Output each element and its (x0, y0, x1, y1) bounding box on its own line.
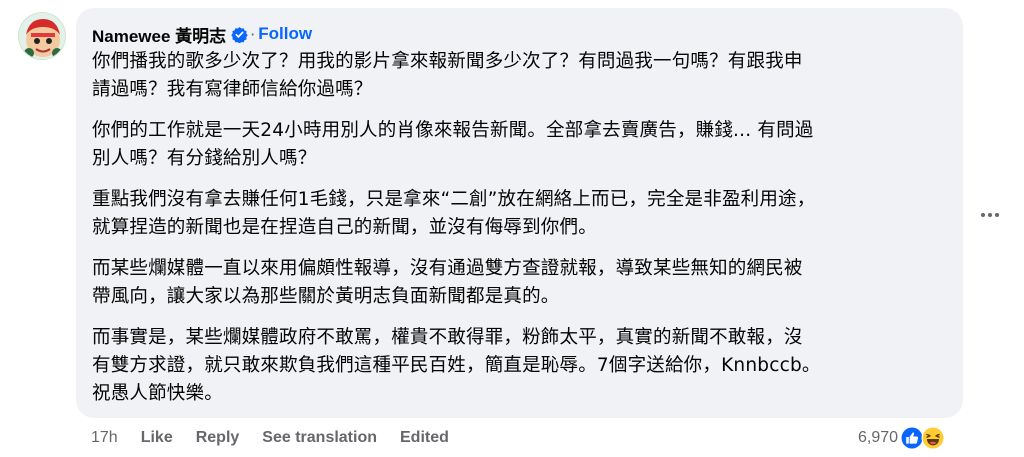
comment-line: 帶風向，讓大家以為那些關於黃明志負面新聞都是真的。 (92, 286, 560, 307)
comment-line: 別人嗎？有分錢給別人嗎？ (92, 148, 317, 169)
comment-line: 請過嗎？我有寫律師信給你過嗎？ (92, 79, 373, 100)
more-dot (988, 213, 992, 217)
comment-paragraph: 而某些爛媒體一直以來用偏頗性報導，沒有通過雙方查證就報，導致某些無知的網民被 帶… (92, 255, 947, 311)
comment-actions: 17h Like Reply See translation Edited (91, 428, 472, 448)
separator-dot: · (250, 24, 256, 44)
follow-button[interactable]: Follow (258, 24, 312, 44)
comment-line: 你們的工作就是一天24小時用別人的肖像來報告新聞。全部拿去賣廣告，賺錢... 有… (92, 120, 814, 141)
comment-line: 而某些爛媒體一直以來用偏頗性報導，沒有通過雙方查證就報，導致某些無知的網民被 (92, 258, 803, 279)
more-dot (981, 213, 985, 217)
reply-button[interactable]: Reply (196, 429, 240, 447)
see-translation-button[interactable]: See translation (262, 429, 377, 447)
reaction-count[interactable]: 6,970 (858, 429, 898, 447)
comment-line: 而事實是，某些爛媒體政府不敢罵，權貴不敢得罪，粉飾太平，真實的新聞不敢報，沒 (92, 327, 803, 348)
comment-paragraph: 重點我們沒有拿去賺任何1毛錢，只是拿來“二創”放在網絡上而已，完全是非盈利用途，… (92, 186, 947, 242)
comment-line: 祝愚人節快樂。 (92, 383, 223, 404)
comment-bubble: Namewee 黃明志 · Follow 你們播我的歌多少次了？用我的影片拿來報… (76, 8, 963, 418)
author-name[interactable]: Namewee 黃明志 (92, 22, 226, 47)
comment-paragraph: 你們的工作就是一天24小時用別人的肖像來報告新聞。全部拿去賣廣告，賺錢... 有… (92, 117, 947, 173)
comment-paragraph: 你們播我的歌多少次了？用我的影片拿來報新聞多少次了？有問過我一句嗎？有跟我申 請… (92, 48, 947, 104)
reactions-summary[interactable]: 6,970 (858, 425, 945, 451)
comment-line: 有雙方求證，就只敢來欺負我們這種平民百姓，簡直是恥辱。7個字送給你，Knnbcc… (92, 355, 821, 376)
more-dot (995, 213, 999, 217)
comment-header: Namewee 黃明志 · Follow (92, 22, 947, 46)
edited-label[interactable]: Edited (400, 429, 449, 447)
comment-line: 你們播我的歌多少次了？用我的影片拿來報新聞多少次了？有問過我一句嗎？有跟我申 (92, 51, 803, 72)
verified-badge-icon (231, 26, 248, 43)
comment-line: 重點我們沒有拿去賺任何1毛錢，只是拿來“二創”放在網絡上而已，完全是非盈利用途， (92, 189, 816, 210)
haha-icon (921, 426, 945, 450)
like-button[interactable]: Like (141, 429, 173, 447)
comment-paragraph: 而事實是，某些爛媒體政府不敢罵，權貴不敢得罪，粉飾太平，真實的新聞不敢報，沒 有… (92, 324, 947, 408)
more-options-icon[interactable] (978, 206, 1002, 224)
avatar[interactable] (18, 12, 66, 60)
comment-line: 就算捏造的新聞也是在捏造自己的新聞，並沒有侮辱到你們。 (92, 217, 597, 238)
timestamp[interactable]: 17h (91, 429, 118, 447)
